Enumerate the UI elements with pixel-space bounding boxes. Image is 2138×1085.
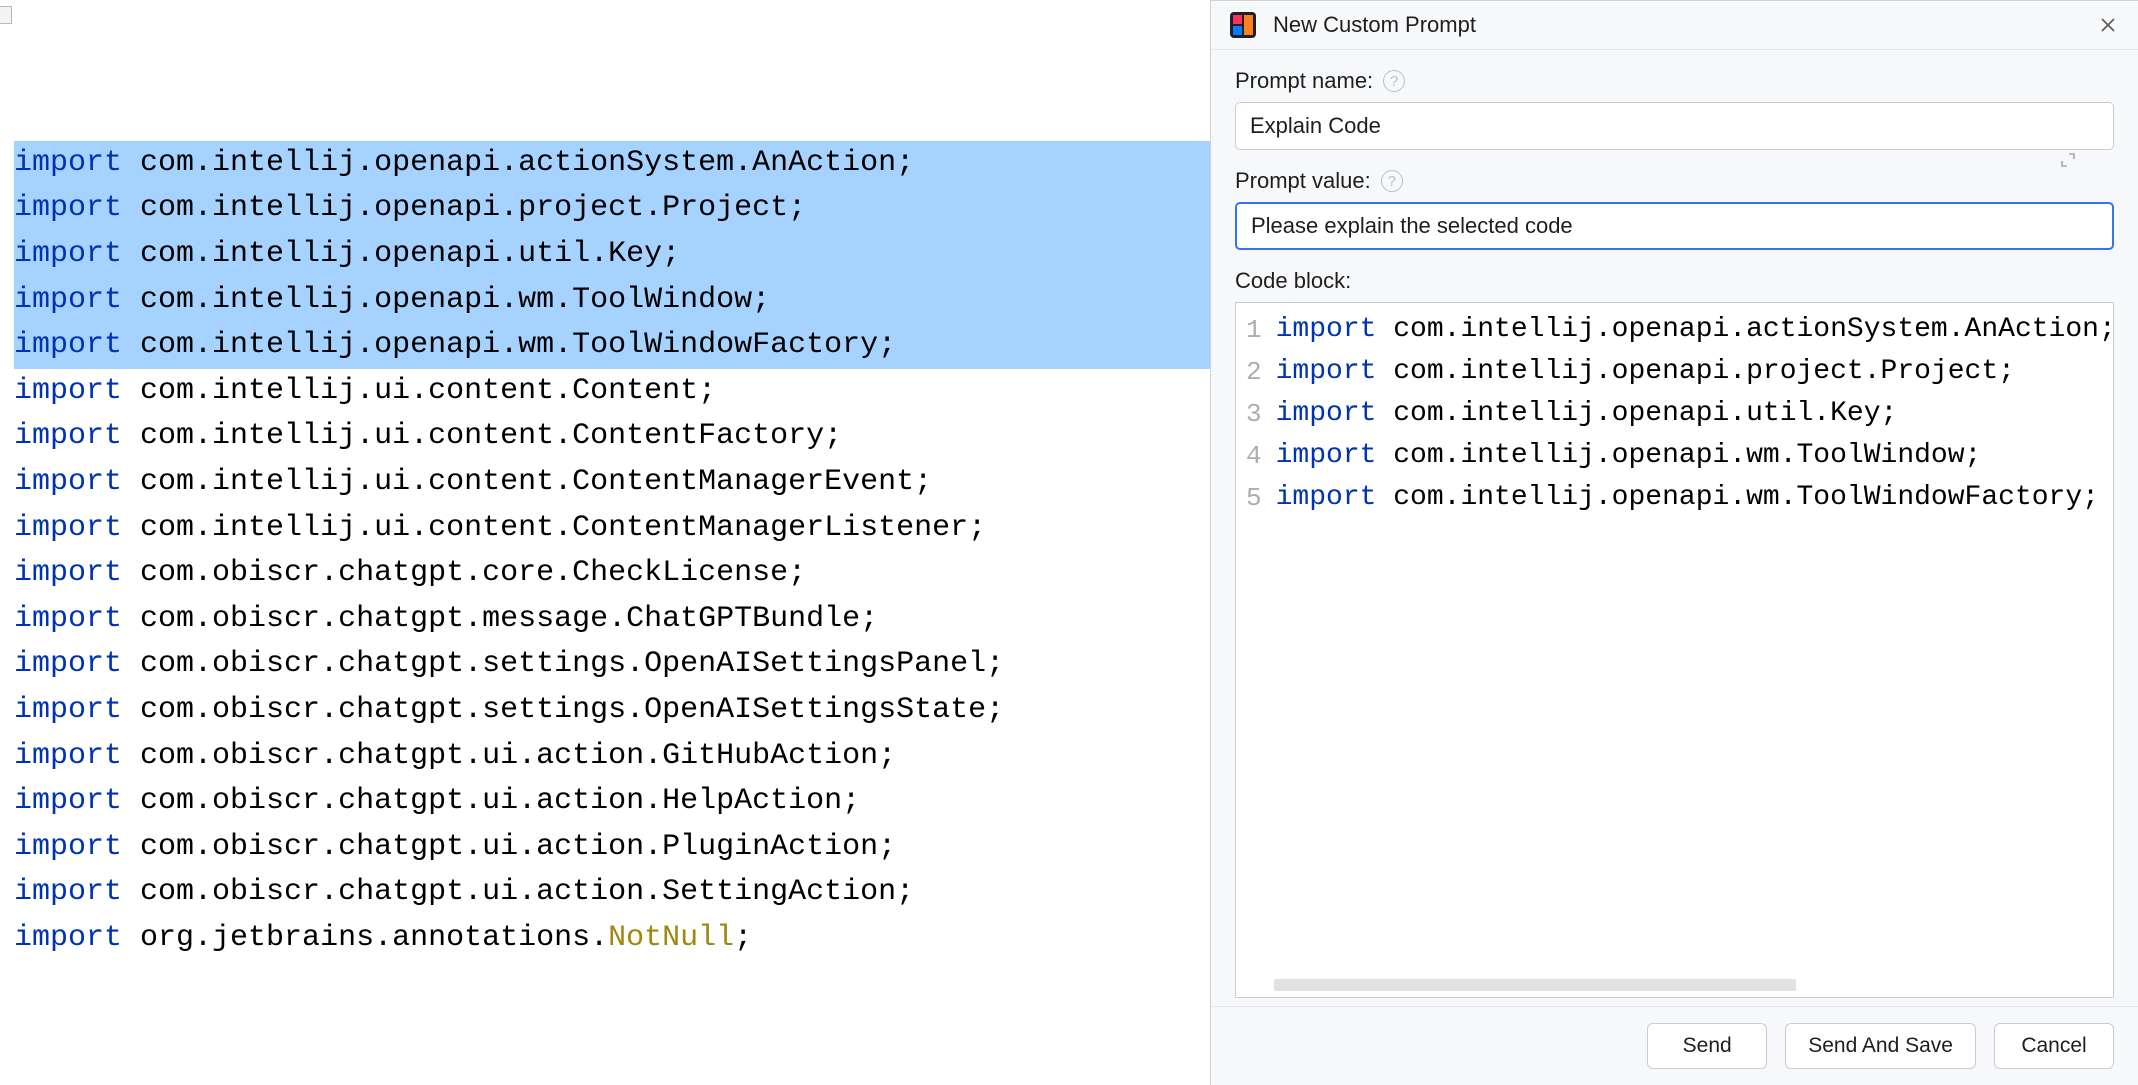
code-block-preview[interactable]: 12345 import com.intellij.openapi.action… [1235, 302, 2114, 998]
help-icon[interactable]: ? [1383, 70, 1405, 92]
code-line: import com.intellij.openapi.wm.ToolWindo… [1276, 435, 2114, 477]
code-line[interactable]: import com.intellij.openapi.wm.ToolWindo… [14, 278, 1210, 324]
code-line[interactable]: import com.intellij.ui.content.ContentMa… [14, 506, 1210, 552]
code-line: import com.intellij.openapi.wm.ToolWindo… [1276, 477, 2114, 519]
gutter-fold-icon[interactable] [0, 6, 12, 24]
prompt-value-label: Prompt value: ? [1235, 168, 2114, 194]
intellij-icon [1229, 11, 1257, 39]
code-line[interactable]: import com.obiscr.chatgpt.message.ChatGP… [14, 597, 1210, 643]
code-line[interactable]: import com.obiscr.chatgpt.ui.action.GitH… [14, 734, 1210, 780]
line-number: 2 [1246, 351, 1262, 393]
code-line[interactable]: import com.obiscr.chatgpt.core.CheckLice… [14, 551, 1210, 597]
dialog-title: New Custom Prompt [1273, 12, 2096, 38]
dialog-body: Prompt name: ? Prompt value: ? Code bloc… [1211, 50, 2138, 1006]
code-block-gutter: 12345 [1236, 303, 1270, 525]
code-line[interactable]: import com.intellij.ui.content.Content; [14, 369, 1210, 415]
code-line[interactable]: import com.intellij.openapi.project.Proj… [14, 186, 1210, 232]
help-icon[interactable]: ? [1381, 170, 1403, 192]
code-block-label: Code block: [1235, 268, 2114, 294]
code-line[interactable]: import com.intellij.openapi.actionSystem… [14, 141, 1210, 187]
line-number: 4 [1246, 435, 1262, 477]
code-line[interactable]: import com.intellij.ui.content.ContentMa… [14, 460, 1210, 506]
code-line[interactable]: import com.obiscr.chatgpt.settings.OpenA… [14, 642, 1210, 688]
code-line: import com.intellij.openapi.project.Proj… [1276, 351, 2114, 393]
code-line[interactable]: import org.jetbrains.annotations.NotNull… [14, 916, 1210, 962]
code-line: import com.intellij.openapi.util.Key; [1276, 393, 2114, 435]
prompt-name-label: Prompt name: ? [1235, 68, 2114, 94]
prompt-name-label-text: Prompt name: [1235, 68, 1373, 94]
new-custom-prompt-dialog: New Custom Prompt Prompt name: ? Prompt … [1210, 0, 2138, 1085]
horizontal-scrollbar[interactable] [1274, 977, 2103, 993]
send-and-save-button[interactable]: Send And Save [1785, 1023, 1976, 1069]
code-line[interactable]: import com.intellij.openapi.wm.ToolWindo… [14, 323, 1210, 369]
scrollbar-thumb[interactable] [1274, 979, 1796, 991]
prompt-value-label-text: Prompt value: [1235, 168, 1371, 194]
code-line[interactable]: import com.intellij.ui.content.ContentFa… [14, 414, 1210, 460]
code-block-content: import com.intellij.openapi.actionSystem… [1270, 303, 2114, 525]
dialog-footer: Send Send And Save Cancel [1211, 1006, 2138, 1085]
code-line[interactable]: import com.intellij.openapi.util.Key; [14, 232, 1210, 278]
cancel-button[interactable]: Cancel [1994, 1023, 2114, 1069]
line-number: 3 [1246, 393, 1262, 435]
code-line[interactable]: import com.obiscr.chatgpt.settings.OpenA… [14, 688, 1210, 734]
code-line[interactable]: import com.obiscr.chatgpt.ui.action.Help… [14, 779, 1210, 825]
prompt-name-input[interactable] [1235, 102, 2114, 150]
code-line[interactable]: import com.obiscr.chatgpt.ui.action.Sett… [14, 870, 1210, 916]
line-number: 1 [1246, 309, 1262, 351]
code-editor[interactable]: import com.intellij.openapi.actionSystem… [0, 0, 1210, 1085]
line-number: 5 [1246, 477, 1262, 519]
send-button[interactable]: Send [1647, 1023, 1767, 1069]
code-line: import com.intellij.openapi.actionSystem… [1276, 309, 2114, 351]
dialog-titlebar: New Custom Prompt [1211, 1, 2138, 50]
code-block-label-text: Code block: [1235, 268, 1351, 294]
prompt-value-input[interactable] [1235, 202, 2114, 250]
close-icon[interactable] [2096, 13, 2120, 37]
code-line[interactable]: import com.obiscr.chatgpt.ui.action.Plug… [14, 825, 1210, 871]
